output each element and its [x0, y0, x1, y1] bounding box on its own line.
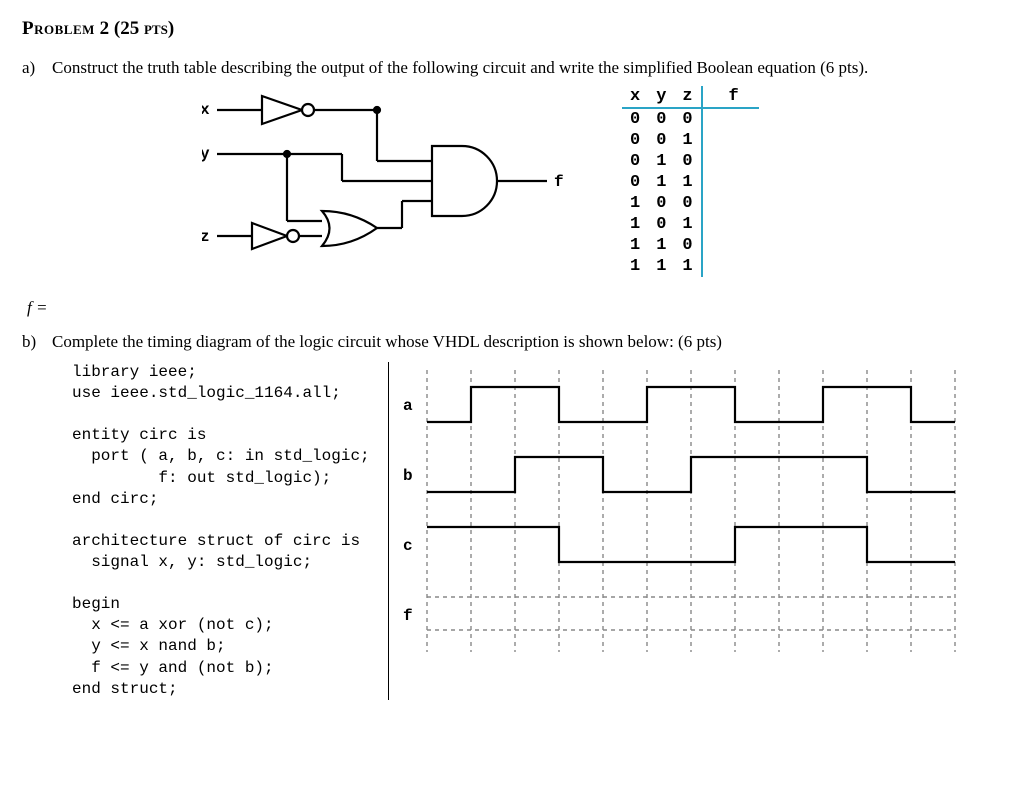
- vhdl-code: library ieee; use ieee.std_logic_1164.al…: [72, 362, 389, 700]
- timing-diagram: a b c f: [389, 362, 957, 667]
- part-b-text: Complete the timing diagram of the logic…: [52, 332, 722, 352]
- circuit-diagram: x y z: [202, 86, 572, 286]
- truth-table-body: 000 001 010 011 100 101 110 111: [622, 108, 759, 277]
- th-f: f: [702, 86, 759, 108]
- f-equals: f =: [27, 298, 993, 318]
- truth-table: x y z f 000 001 010 011 100 101 110 111: [622, 86, 759, 277]
- title-number: 2: [100, 18, 110, 39]
- svg-text:z: z: [202, 228, 210, 246]
- title-word: Problem: [22, 18, 95, 39]
- th-z: z: [674, 86, 701, 108]
- svg-text:y: y: [202, 145, 210, 163]
- part-a-label: a): [22, 58, 42, 78]
- svg-text:b: b: [403, 467, 413, 485]
- svg-text:f: f: [403, 607, 413, 625]
- svg-text:c: c: [403, 537, 413, 555]
- svg-text:a: a: [403, 397, 413, 415]
- part-b-label: b): [22, 332, 42, 352]
- svg-text:x: x: [202, 101, 210, 119]
- part-a-text: Construct the truth table describing the…: [52, 58, 868, 78]
- th-y: y: [648, 86, 674, 108]
- th-x: x: [622, 86, 648, 108]
- problem-title: Problem 2 (25 pts): [22, 18, 993, 40]
- svg-text:f: f: [554, 173, 564, 191]
- title-pts-inner: 25 pts: [120, 18, 168, 39]
